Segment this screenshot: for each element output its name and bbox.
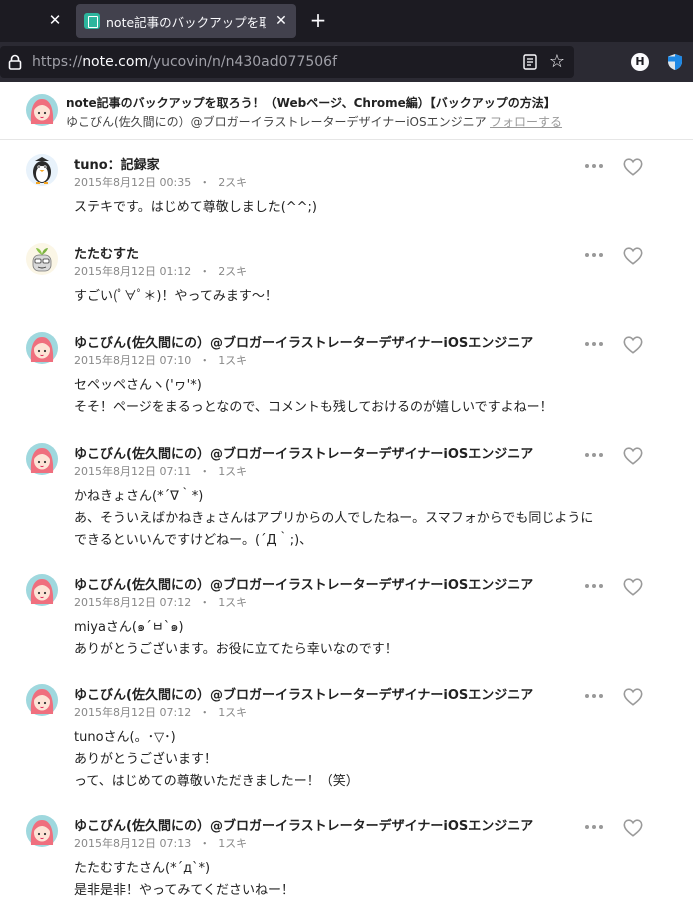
- comment-body: たたむすたさん(*´д`*) 是非是非！やってみてくださいねー！: [74, 858, 654, 902]
- comment-author[interactable]: ゆこびん(佐久間にの）@ブロガーイラストレーターデザイナーiOSエンジニア: [74, 332, 533, 351]
- avatar[interactable]: [26, 684, 58, 716]
- comment-line: tunoさん(。･▽･): [74, 730, 176, 745]
- comment-like-count[interactable]: 2スキ: [218, 265, 247, 278]
- note-favicon-icon: [84, 13, 100, 29]
- comment-body: ステキです。はじめて尊敬しました(^^;): [74, 197, 654, 219]
- comment-line: たたむすたさん(*´д`*): [74, 861, 211, 876]
- avatar[interactable]: [26, 332, 58, 364]
- comment-author[interactable]: ゆこびん(佐久間にの）@ブロガーイラストレーターデザイナーiOSエンジニア: [74, 684, 533, 703]
- comment-line: セペッペさんヽ('ヮ'*): [74, 378, 202, 393]
- more-options-icon[interactable]: [583, 158, 605, 174]
- bookmark-star-icon[interactable]: ☆: [547, 52, 567, 72]
- comment-date: 2015年8月12日 01:12: [74, 265, 192, 278]
- new-tab-plus-icon[interactable]: +: [308, 10, 328, 30]
- heart-icon[interactable]: [622, 445, 644, 467]
- heart-icon[interactable]: [622, 156, 644, 178]
- comment-meta: 2015年8月12日 07:12 ・ 1スキ: [74, 706, 248, 719]
- avatar[interactable]: [26, 243, 58, 275]
- tab-bar: ✕ note記事のバックアップを取ろう！ ✕ +: [0, 0, 693, 42]
- comment-line: すごい(ﾟ∀ﾟ＊)！やってみます〜！: [74, 289, 278, 304]
- avatar[interactable]: [26, 443, 58, 475]
- comment-meta: 2015年8月12日 01:12 ・ 2スキ: [74, 265, 248, 278]
- article-title[interactable]: note記事のバックアップを取ろう！（Webページ、Chrome編）【バックアッ…: [66, 94, 556, 111]
- more-options-icon[interactable]: [583, 688, 605, 704]
- comment-meta: 2015年8月12日 07:12 ・ 1スキ: [74, 596, 248, 609]
- heart-icon[interactable]: [622, 334, 644, 356]
- heart-icon[interactable]: [622, 817, 644, 839]
- url-path: /yucovin/n/n430ad077506f: [148, 54, 338, 70]
- url-text[interactable]: https://note.com/yucovin/n/n430ad077506f: [32, 54, 337, 70]
- comment-body: かねきょさん(*´∇｀*) あ、そういえばかねきょさんはアプリからの人でしたねー…: [74, 486, 654, 552]
- comment-author[interactable]: ゆこびん(佐久間にの）@ブロガーイラストレーターデザイナーiOSエンジニア: [74, 443, 533, 462]
- more-options-icon[interactable]: [583, 336, 605, 352]
- avatar[interactable]: [26, 154, 58, 186]
- close-icon[interactable]: ✕: [46, 11, 64, 29]
- heart-icon[interactable]: [622, 576, 644, 598]
- comment-line: ステキです。はじめて尊敬しました(^^;): [74, 200, 318, 215]
- comment-body: miyaさん(๑´ㅂ`๑) ありがとうございます。お役に立てたら幸いなのです！: [74, 617, 654, 661]
- comment-line: miyaさん(๑´ㅂ`๑): [74, 620, 184, 635]
- comment-meta: 2015年8月12日 00:35 ・ 2スキ: [74, 176, 248, 189]
- comment-date: 2015年8月12日 07:12: [74, 596, 192, 609]
- comment-line: 是非是非！やってみてくださいねー！: [74, 883, 294, 898]
- url-host: note.com: [82, 54, 149, 70]
- comment-body: tunoさん(。･▽･) ありがとうございます！ って、はじめての尊敬いただきま…: [74, 727, 654, 793]
- comment-meta: 2015年8月12日 07:10 ・ 1スキ: [74, 354, 248, 367]
- comment-like-count[interactable]: 2スキ: [218, 176, 247, 189]
- avatar[interactable]: [26, 574, 58, 606]
- lock-icon[interactable]: [8, 54, 22, 70]
- avatar[interactable]: [26, 94, 58, 126]
- comment-body: セペッペさんヽ('ヮ'*) そそ！ページをまるっとなので、コメントも残しておける…: [74, 375, 654, 419]
- url-bar[interactable]: https://note.com/yucovin/n/n430ad077506f…: [0, 46, 574, 78]
- comment-like-count[interactable]: 1スキ: [218, 596, 247, 609]
- comment-date: 2015年8月12日 07:13: [74, 837, 192, 850]
- article-header: note記事のバックアップを取ろう！（Webページ、Chrome編）【バックアッ…: [0, 82, 693, 140]
- comment-line: できるといいんですけどねー。(´Д｀;)、: [74, 533, 313, 548]
- comment-body: すごい(ﾟ∀ﾟ＊)！やってみます〜！: [74, 286, 654, 308]
- article-author[interactable]: ゆこびん(佐久間にの）@ブロガーイラストレーターデザイナーiOSエンジニア: [66, 113, 487, 130]
- more-options-icon[interactable]: [583, 247, 605, 263]
- comment-like-count[interactable]: 1スキ: [218, 837, 247, 850]
- heart-icon[interactable]: [622, 686, 644, 708]
- tab-title: note記事のバックアップを取ろう！: [106, 15, 266, 30]
- comment-line: あ、そういえばかねきょさんはアプリからの人でしたねー。スマフォからでも同じように: [74, 511, 594, 526]
- comment-date: 2015年8月12日 07:12: [74, 706, 192, 719]
- comment-like-count[interactable]: 1スキ: [218, 354, 247, 367]
- more-options-icon[interactable]: [583, 447, 605, 463]
- comment-line: ありがとうございます！: [74, 752, 218, 767]
- extension-h-icon[interactable]: H: [631, 53, 649, 71]
- comment-date: 2015年8月12日 07:10: [74, 354, 192, 367]
- comment-meta: 2015年8月12日 07:11 ・ 1スキ: [74, 465, 248, 478]
- follow-button[interactable]: フォローする: [490, 113, 562, 130]
- comment-like-count[interactable]: 1スキ: [218, 465, 247, 478]
- comment-author[interactable]: tuno：記録家: [74, 154, 160, 173]
- active-tab[interactable]: note記事のバックアップを取ろう！ ✕: [76, 4, 296, 38]
- comment-author[interactable]: ゆこびん(佐久間にの）@ブロガーイラストレーターデザイナーiOSエンジニア: [74, 815, 533, 834]
- more-options-icon[interactable]: [583, 578, 605, 594]
- comment-like-count[interactable]: 1スキ: [218, 706, 247, 719]
- heart-icon[interactable]: [622, 245, 644, 267]
- nav-toolbar: https://note.com/yucovin/n/n430ad077506f…: [0, 42, 693, 82]
- comment-meta: 2015年8月12日 07:13 ・ 1スキ: [74, 837, 248, 850]
- close-icon[interactable]: ✕: [272, 12, 290, 30]
- url-scheme: https://: [32, 54, 83, 70]
- shield-icon[interactable]: [666, 53, 684, 71]
- reader-view-icon[interactable]: [522, 54, 538, 70]
- comment-line: って、はじめての尊敬いただきましたー！（笑）: [74, 774, 359, 789]
- comment-author[interactable]: ゆこびん(佐久間にの）@ブロガーイラストレーターデザイナーiOSエンジニア: [74, 574, 533, 593]
- comment-line: そそ！ページをまるっとなので、コメントも残しておけるのが嬉しいですよねー！: [74, 400, 553, 415]
- comment-line: ありがとうございます。お役に立てたら幸いなのです！: [74, 642, 398, 657]
- comment-line: かねきょさん(*´∇｀*): [74, 489, 204, 504]
- more-options-icon[interactable]: [583, 819, 605, 835]
- avatar[interactable]: [26, 815, 58, 847]
- comment-date: 2015年8月12日 00:35: [74, 176, 192, 189]
- comment-author[interactable]: たたむすた: [74, 243, 139, 262]
- comment-date: 2015年8月12日 07:11: [74, 465, 192, 478]
